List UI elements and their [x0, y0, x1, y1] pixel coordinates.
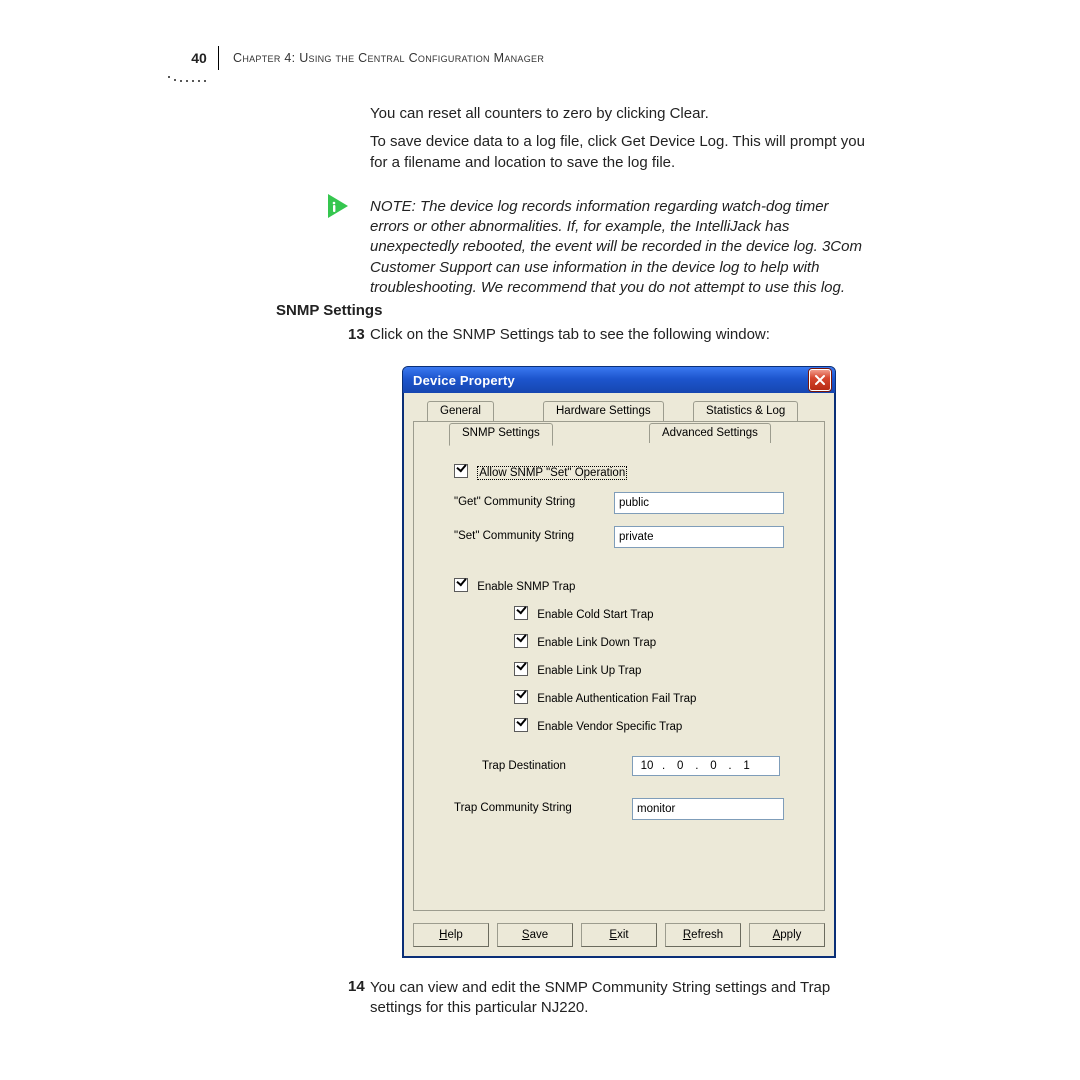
trap-destination-label: Trap Destination — [482, 760, 566, 772]
save-button[interactable]: Save — [497, 923, 573, 947]
page-header: 40 Chapter 4: Using the Central Configur… — [180, 46, 880, 70]
step-14-text: You can view and edit the SNMP Community… — [370, 978, 868, 1019]
header-dots-decoration — [168, 72, 216, 82]
step-13-number: 13 — [348, 326, 365, 343]
checkbox-icon — [454, 464, 468, 478]
allow-snmp-set-label: Allow SNMP "Set" Operation — [477, 466, 627, 480]
enable-link-down-trap-checkbox[interactable]: Enable Link Down Trap — [514, 634, 656, 649]
apply-button[interactable]: Apply — [749, 923, 825, 947]
enable-cold-start-trap-checkbox[interactable]: Enable Cold Start Trap — [514, 606, 654, 621]
trap-community-input[interactable] — [632, 798, 784, 820]
close-icon — [814, 374, 826, 386]
tab-panel: Allow SNMP "Set" Operation "Get" Communi… — [413, 421, 825, 911]
running-head: Chapter 4: Using the Central Configurati… — [233, 51, 544, 65]
allow-snmp-set-checkbox[interactable]: Allow SNMP "Set" Operation — [454, 464, 627, 480]
get-community-input[interactable] — [614, 492, 784, 514]
checkbox-icon — [454, 578, 468, 592]
body-para-1: You can reset all counters to zero by cl… — [370, 104, 868, 124]
tab-general[interactable]: General — [427, 401, 494, 421]
close-button[interactable] — [809, 369, 831, 391]
dialog-titlebar[interactable]: Device Property — [403, 367, 835, 393]
checkbox-icon — [514, 606, 528, 620]
enable-auth-fail-trap-checkbox[interactable]: Enable Authentication Fail Trap — [514, 690, 696, 705]
help-button[interactable]: Help — [413, 923, 489, 947]
enable-cold-start-trap-label: Enable Cold Start Trap — [537, 609, 653, 621]
step-13-text: Click on the SNMP Settings tab to see th… — [370, 326, 868, 343]
tab-statistics-log[interactable]: Statistics & Log — [693, 401, 798, 421]
page-number: 40 — [191, 50, 207, 66]
device-property-dialog: Device Property General Hardware Setting… — [402, 366, 836, 958]
enable-vendor-specific-trap-label: Enable Vendor Specific Trap — [537, 721, 682, 733]
enable-snmp-trap-label: Enable SNMP Trap — [477, 581, 575, 593]
ip-octet-1[interactable]: 10 — [633, 760, 661, 772]
trap-community-label: Trap Community String — [454, 802, 572, 814]
set-community-input[interactable] — [614, 526, 784, 548]
enable-vendor-specific-trap-checkbox[interactable]: Enable Vendor Specific Trap — [514, 718, 682, 733]
enable-auth-fail-trap-label: Enable Authentication Fail Trap — [537, 693, 696, 705]
checkbox-icon — [514, 690, 528, 704]
exit-button[interactable]: Exit — [581, 923, 657, 947]
ip-octet-4[interactable]: 1 — [733, 760, 761, 772]
tab-snmp-settings[interactable]: SNMP Settings — [449, 423, 553, 446]
enable-link-up-trap-checkbox[interactable]: Enable Link Up Trap — [514, 662, 641, 677]
enable-link-up-trap-label: Enable Link Up Trap — [537, 665, 641, 677]
ip-octet-3[interactable]: 0 — [699, 760, 727, 772]
get-community-label: "Get" Community String — [454, 496, 575, 508]
checkbox-icon — [514, 718, 528, 732]
note-text: NOTE: The device log records information… — [370, 197, 868, 298]
checkbox-icon — [514, 662, 528, 676]
note-arrow-icon — [326, 192, 360, 226]
page-number-box: 40 — [180, 46, 219, 70]
enable-link-down-trap-label: Enable Link Down Trap — [537, 637, 656, 649]
refresh-button[interactable]: Refresh — [665, 923, 741, 947]
body-column: You can reset all counters to zero by cl… — [370, 104, 868, 306]
enable-snmp-trap-checkbox[interactable]: Enable SNMP Trap — [454, 578, 575, 593]
checkbox-icon — [514, 634, 528, 648]
set-community-label: "Set" Community String — [454, 530, 574, 542]
step-14-number: 14 — [348, 978, 365, 995]
ip-octet-2[interactable]: 0 — [666, 760, 694, 772]
tab-hardware-settings[interactable]: Hardware Settings — [543, 401, 664, 421]
snmp-settings-heading: SNMP Settings — [276, 302, 382, 319]
trap-destination-input[interactable]: 10 . 0 . 0 . 1 — [632, 756, 780, 776]
tab-advanced-settings[interactable]: Advanced Settings — [649, 423, 771, 443]
dialog-button-bar: Help Save Exit Refresh Apply — [413, 923, 825, 947]
dialog-title: Device Property — [413, 373, 515, 388]
body-para-2: To save device data to a log file, click… — [370, 132, 868, 173]
